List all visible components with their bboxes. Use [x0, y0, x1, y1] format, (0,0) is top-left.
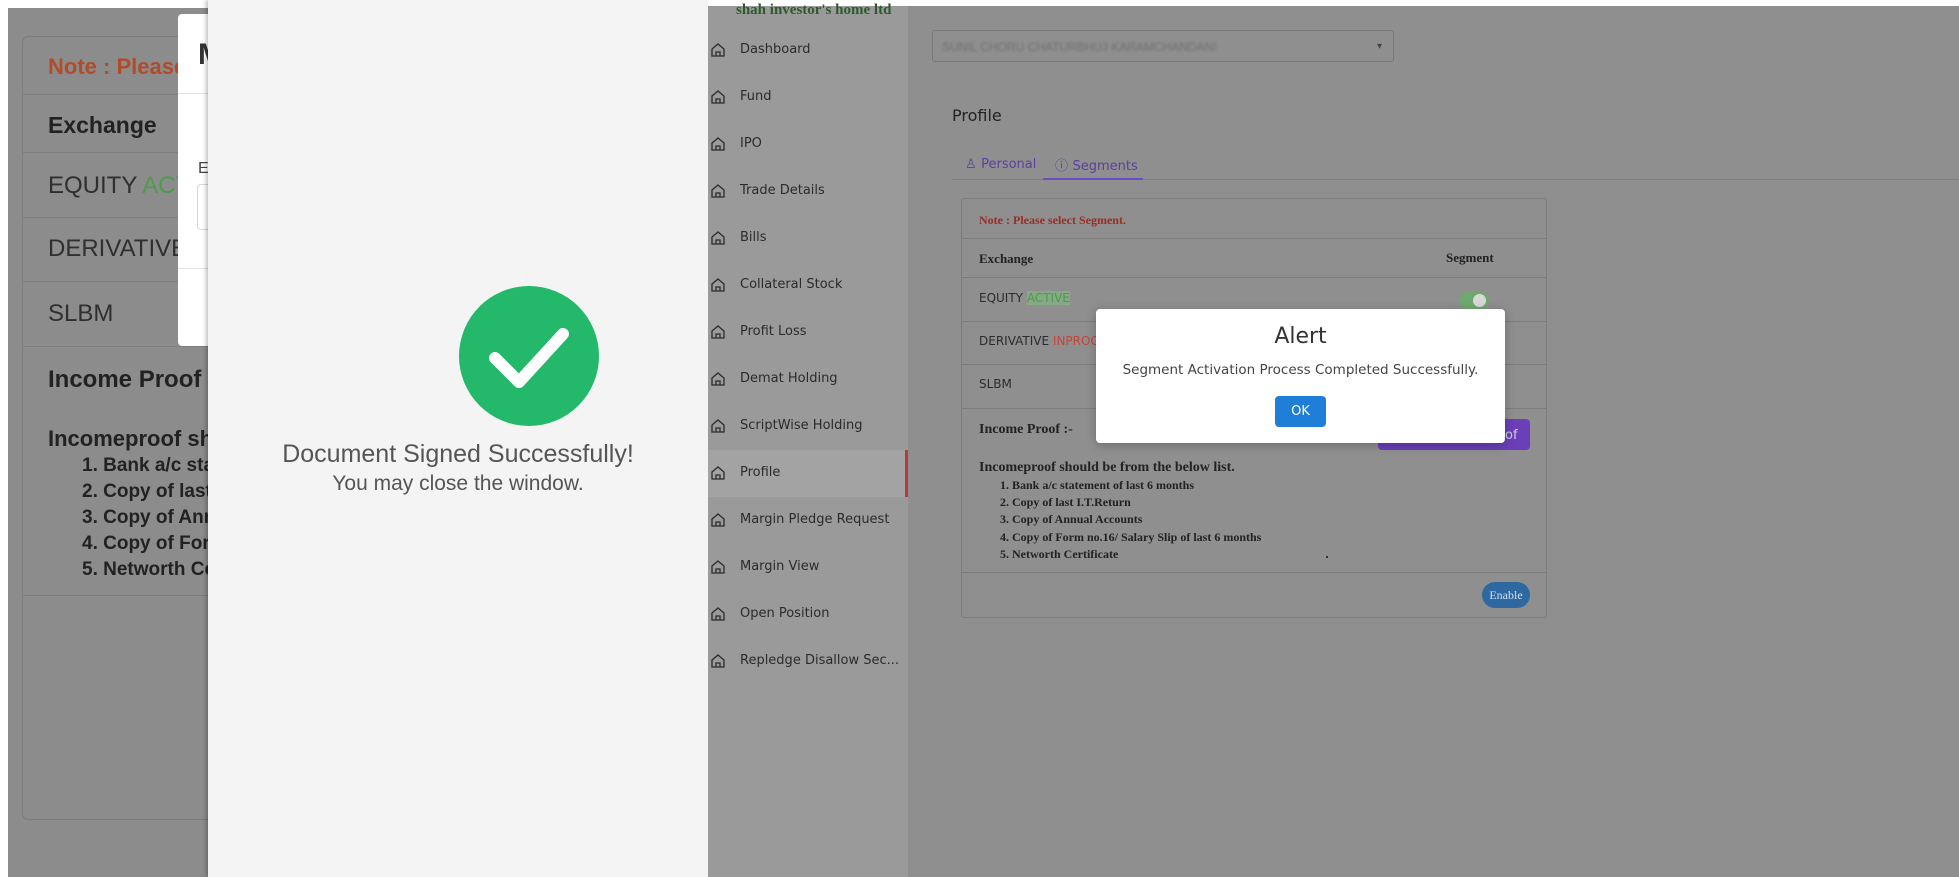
- incomeproof-list-item: 5. Networth Certificate: [1000, 547, 1119, 561]
- derivative-label: DERIVATIVE: [979, 334, 1050, 348]
- brand-logo: shah investor's home ltd: [736, 2, 892, 18]
- incomeproof-list-item: 3. Copy of Annual Accounts: [1000, 512, 1143, 526]
- sidebar-item-profile[interactable]: [708, 450, 908, 497]
- equity-row-label: EQUITY ACTIVE: [979, 291, 1070, 305]
- derivative-row-label: DERIVATIVE INPROC: [979, 334, 1099, 348]
- sidebar-item-profit-loss[interactable]: [708, 309, 908, 356]
- close-window-message: You may close the window.: [332, 472, 584, 495]
- check-circle-icon: [459, 286, 599, 426]
- home-icon: [710, 606, 726, 622]
- home-icon: [710, 371, 726, 387]
- sidebar-item-label: Demat Holding: [740, 371, 838, 386]
- income-proof-label: Income Proof :-: [979, 422, 1073, 437]
- sidebar-item-label: Profile: [740, 465, 781, 480]
- sidebar-item-label: Fund: [740, 89, 772, 104]
- home-icon: [710, 89, 726, 105]
- left-list-item: 4. Copy of Form: [82, 533, 227, 554]
- sidebar-item-label: Open Position: [740, 606, 830, 621]
- sidebar-item-label: Profit Loss: [740, 324, 807, 339]
- left-equity-label: EQUITY: [48, 172, 137, 199]
- user-icon: ♙: [965, 156, 977, 171]
- tab-segments[interactable]: ⓘ Segments: [1055, 155, 1138, 175]
- checkmark-icon: [489, 328, 569, 388]
- equity-label: EQUITY: [979, 291, 1024, 305]
- home-icon: [710, 653, 726, 669]
- incomeproof-list-item: 2. Copy of last I.T.Return: [1000, 495, 1131, 509]
- equity-toggle-knob: [1473, 294, 1486, 307]
- stray-dot: [1326, 556, 1328, 558]
- col-segment-header: Segment: [1446, 250, 1494, 265]
- table-row-divider: [962, 572, 1546, 573]
- left-list-item: 3. Copy of Annu: [82, 507, 227, 528]
- home-icon: [710, 465, 726, 481]
- sidebar-item-label: Repledge Disallow Sec...: [740, 653, 900, 668]
- equity-status-badge: ACTIVE: [1026, 291, 1070, 305]
- sidebar-item-label: Collateral Stock: [740, 277, 843, 292]
- sidebar-item-label: Dashboard: [740, 42, 811, 57]
- derivative-status-badge: INPROC: [1052, 334, 1099, 348]
- home-icon: [710, 136, 726, 152]
- sidebar-item-label: Margin Pledge Request: [740, 512, 890, 527]
- alert-title: Alert: [1274, 324, 1327, 349]
- tab-segments-label: Segments: [1072, 159, 1138, 174]
- left-list-item: 1. Bank a/c stat: [82, 455, 221, 476]
- info-icon: ⓘ: [1055, 158, 1069, 173]
- sidebar-item-label: ScriptWise Holding: [740, 418, 863, 433]
- home-icon: [710, 42, 726, 58]
- incomeproof-heading: Incomeproof should be from the below lis…: [979, 460, 1235, 475]
- left-exchange-header: Exchange: [48, 112, 157, 138]
- sidebar-item-label: Trade Details: [740, 183, 825, 198]
- chevron-down-icon: ▾: [1377, 41, 1383, 52]
- tab-active-underline: [1043, 178, 1143, 180]
- home-icon: [710, 559, 726, 575]
- left-slbm-label: SLBM: [48, 300, 114, 327]
- upload-button-label: of: [1505, 428, 1518, 443]
- col-exchange-header: Exchange: [979, 251, 1034, 266]
- tab-personal-label: Personal: [981, 157, 1037, 172]
- incomeproof-list-item: 1. Bank a/c statement of last 6 months: [1000, 478, 1194, 492]
- segment-note: Note : Please select Segment.: [979, 213, 1126, 227]
- sidebar-item-label: Margin View: [740, 559, 820, 574]
- home-icon: [710, 418, 726, 434]
- left-income-proof-label: Income Proof :-: [48, 366, 225, 393]
- home-icon: [710, 277, 726, 293]
- sidebar-item-label: Bills: [740, 230, 767, 245]
- sidebar-item-ipo[interactable]: [708, 121, 908, 168]
- home-icon: [710, 183, 726, 199]
- home-icon: [710, 324, 726, 340]
- left-list-item: 5. Networth Ce: [82, 559, 216, 580]
- table-row-divider: [962, 238, 1546, 239]
- signed-success-title: Document Signed Successfully!: [282, 440, 634, 468]
- profile-title: Profile: [952, 106, 1002, 125]
- enable-button[interactable]: Enable: [1482, 582, 1530, 608]
- slbm-label: SLBM: [979, 377, 1012, 391]
- sidebar-item-label: IPO: [740, 136, 762, 151]
- incomeproof-list-item: 4. Copy of Form no.16/ Salary Slip of la…: [1000, 530, 1262, 544]
- sidebar-item-bills[interactable]: [708, 215, 908, 262]
- tab-personal[interactable]: ♙ Personal: [965, 155, 1036, 173]
- left-list-item: 2. Copy of last I: [82, 481, 223, 502]
- home-icon: [710, 512, 726, 528]
- home-icon: [710, 230, 726, 246]
- signing-confirmation-window: [208, 0, 708, 877]
- table-row-divider: [962, 277, 1546, 278]
- alert-ok-button[interactable]: OK: [1275, 396, 1326, 427]
- client-select-value: SUNIL CHORU CHATURBHUJ KARAMCHANDANI: [942, 40, 1217, 54]
- alert-message: Segment Activation Process Completed Suc…: [1122, 362, 1479, 378]
- sidebar-item-fund[interactable]: [708, 74, 908, 121]
- left-derivative-label: DERIVATIVE: [48, 235, 188, 262]
